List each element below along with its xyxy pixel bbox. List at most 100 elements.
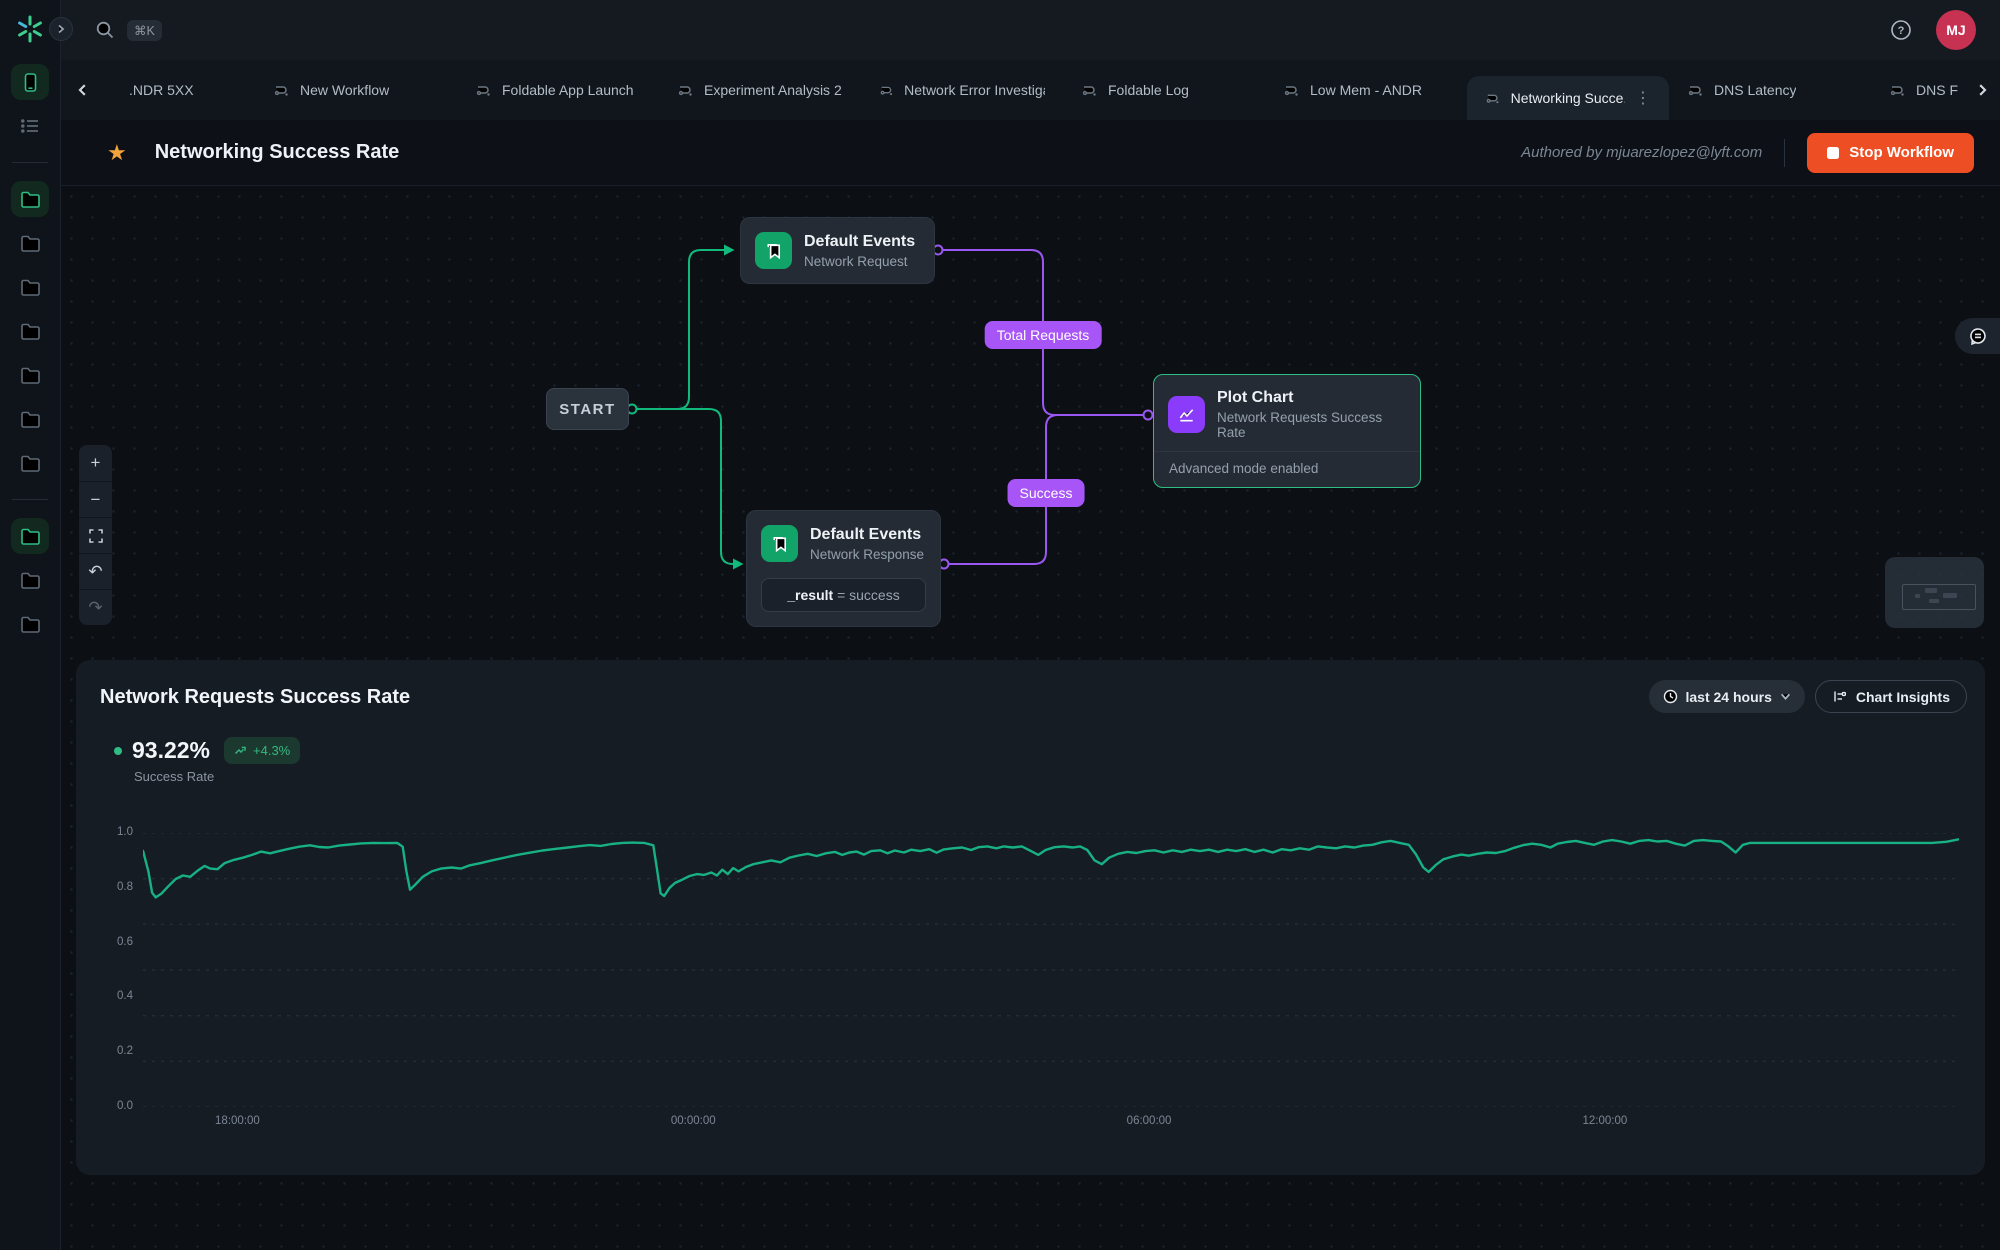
stop-workflow-button[interactable]: Stop Workflow [1807,133,1974,173]
route-icon [273,82,290,99]
node-default-events-request[interactable]: Default Events Network Request [740,217,935,284]
tab-experiment-analysis-2[interactable]: Experiment Analysis 2 [659,60,861,120]
app-window: ⌘K ? MJ .NDR 5XXNew WorkflowFoldable App… [0,0,2000,1250]
search-icon [95,20,115,40]
sidebar-item-device-active[interactable] [11,64,49,100]
help-icon[interactable]: ? [1890,19,1912,41]
clock-icon [1663,689,1678,704]
success-rate-line [143,839,1959,897]
x-axis-tick: 06:00:00 [1127,1115,1172,1127]
avatar[interactable]: MJ [1936,10,1976,50]
sidebar-expand-button[interactable] [49,17,73,41]
search-button[interactable]: ⌘K [95,20,162,41]
tab-foldable-log[interactable]: Foldable Log [1063,60,1265,120]
sidebar-item-folder-active[interactable] [11,181,49,217]
sidebar-item-folder[interactable] [11,401,49,437]
stop-icon [1827,147,1839,159]
sidebar-item-folder[interactable] [11,225,49,261]
chart-area: 1.00.80.60.40.20.0 18:00:0000:00:0006:00… [100,833,1959,1107]
node-default-events-response[interactable]: Default Events Network Response _result … [746,510,941,627]
left-sidebar [0,0,61,1250]
metric-value: 93.22% [132,737,210,764]
zoom-in-button[interactable]: + [79,445,112,481]
authored-by-text: Authored by mjuarezlopez@lyft.com [1521,144,1762,161]
redo-button[interactable]: ↷ [79,589,112,625]
top-bar: ⌘K ? MJ [61,0,2000,60]
metric-delta-badge: +4.3% [224,737,300,764]
series-color-dot [114,747,122,755]
device-icon [21,72,40,93]
tab-low-mem-andr[interactable]: Low Mem - ANDR [1265,60,1467,120]
tab-network-error-investiga[interactable]: Network Error Investiga... [861,60,1063,120]
tab-new-workflow[interactable]: New Workflow [255,60,457,120]
folder-icon [20,454,41,472]
page-title: Networking Success Rate [155,141,400,164]
fit-view-button[interactable] [79,517,112,553]
tab-menu-icon[interactable]: ⋮ [1635,88,1651,108]
search-shortcut: ⌘K [127,20,162,41]
list-icon [20,117,40,135]
divider [1784,139,1785,167]
route-icon [1687,82,1704,99]
metric-label: Success Rate [134,769,300,784]
minimap[interactable] [1885,557,1984,628]
folder-icon [20,278,41,296]
sidebar-item-folder[interactable] [11,445,49,481]
chart-title: Network Requests Success Rate [100,686,410,709]
y-axis-tick: 0.8 [100,881,133,893]
chart-insights-button[interactable]: Chart Insights [1815,680,1967,713]
sidebar-divider [12,499,48,500]
folder-icon [20,410,41,428]
tab-ndr-5xx[interactable]: .NDR 5XX [105,60,255,120]
workflow-header: ★ Networking Success Rate Authored by mj… [61,120,2000,186]
minimap-viewport [1902,584,1976,610]
route-icon [1283,82,1300,99]
folder-icon [20,322,41,340]
route-icon [1081,82,1098,99]
sidebar-item-folder[interactable] [11,562,49,598]
app-logo-icon [11,10,49,48]
edge-label-success[interactable]: Success [1008,479,1085,507]
y-axis-tick: 0.2 [100,1045,133,1057]
chat-bubble-icon [1968,326,1988,346]
edge-label-total-requests[interactable]: Total Requests [985,321,1102,349]
tab-dns-f[interactable]: DNS F [1871,60,1970,120]
sidebar-item-folder-active[interactable] [11,518,49,554]
favorite-star-icon[interactable]: ★ [107,142,127,164]
tab-foldable-app-launch[interactable]: Foldable App Launch [457,60,659,120]
undo-button[interactable]: ↶ [79,553,112,589]
metric-summary: 93.22% +4.3% Success Rate [114,737,300,784]
chart-plot[interactable]: 18:00:0000:00:0006:00:0012:00:00 [143,833,1959,1107]
route-icon [1485,90,1501,107]
y-axis-tick: 0.0 [100,1100,133,1112]
chat-button[interactable] [1955,318,2000,354]
folder-icon [20,190,41,208]
sidebar-item-folder[interactable] [11,269,49,305]
trend-up-icon [234,744,247,757]
route-icon [677,82,694,99]
bookmark-icon [761,525,798,562]
node-plot-chart[interactable]: Plot Chart Network Requests Success Rate… [1153,374,1421,488]
workflow-tab-bar: .NDR 5XXNew WorkflowFoldable App LaunchE… [61,60,2000,120]
folder-icon [20,615,41,633]
workflow-canvas[interactable]: START Default Events Network Request [61,186,2000,1250]
folder-icon [20,234,41,252]
sidebar-item-folder[interactable] [11,357,49,393]
sidebar-item-folder[interactable] [11,606,49,642]
sidebar-divider [12,162,48,163]
route-icon [475,82,492,99]
x-axis-tick: 12:00:00 [1582,1115,1627,1127]
sidebar-item-list[interactable] [11,108,49,144]
tabs-scroll-left-button[interactable] [69,76,97,104]
route-icon [1889,82,1906,99]
time-range-dropdown[interactable]: last 24 hours [1649,680,1805,713]
zoom-out-button[interactable]: − [79,481,112,517]
node-footer: Advanced mode enabled [1154,451,1420,487]
tabs-scroll-right-button[interactable] [1968,76,1996,104]
tab-dns-latency[interactable]: DNS Latency [1669,60,1871,120]
sidebar-item-folder[interactable] [11,313,49,349]
chart-panel: Network Requests Success Rate last 24 ho… [76,660,1985,1175]
y-axis-tick: 1.0 [100,826,133,838]
tab-networking-succe[interactable]: Networking Succe...⋮ [1467,76,1669,120]
start-node[interactable]: START [546,388,629,430]
